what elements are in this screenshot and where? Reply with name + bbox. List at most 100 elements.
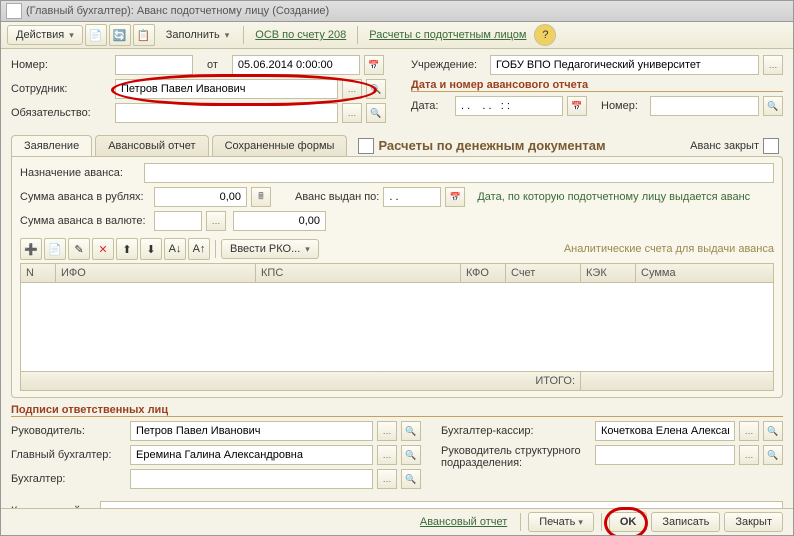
accountant-select-btn[interactable]: … — [377, 469, 397, 489]
calendar2-icon[interactable]: 📅 — [567, 96, 587, 116]
closed-checkbox[interactable] — [763, 138, 779, 154]
tab-content: Назначение аванса: Сумма аванса в рублях… — [11, 156, 783, 398]
toolbar-icon-1[interactable]: 📄 — [85, 24, 107, 46]
employee-input[interactable] — [115, 79, 338, 99]
col-sum[interactable]: Сумма — [636, 264, 773, 282]
osv-link[interactable]: ОСВ по счету 208 — [249, 29, 352, 41]
tab-saved-forms[interactable]: Сохраненные формы — [212, 135, 348, 156]
toolbar-icon-3[interactable]: 📋 — [133, 24, 155, 46]
col-acct[interactable]: Счет — [506, 264, 581, 282]
date2-label: Дата: — [411, 100, 451, 112]
number2-search-icon[interactable]: 🔍 — [763, 96, 783, 116]
leader-search-icon[interactable]: 🔍 — [401, 421, 421, 441]
obligation-input[interactable] — [115, 103, 338, 123]
accountant-label: Бухгалтер: — [11, 473, 126, 485]
struct-search-icon[interactable]: 🔍 — [763, 445, 783, 465]
save-button[interactable]: Записать — [651, 512, 720, 532]
toolbar-icon-2[interactable]: 🔄 — [109, 24, 131, 46]
currency-input[interactable] — [154, 211, 202, 231]
analytics-header: Аналитические счета для выдачи аванса — [321, 243, 774, 255]
form-body: Номер: от 📅 Сотрудник: … 🔍 Обязательство… — [1, 49, 793, 508]
leader-label: Руководитель: — [11, 425, 126, 437]
tab-advance-report[interactable]: Авансовый отчет — [95, 135, 208, 156]
calc-link[interactable]: Расчеты с подотчетным лицом — [363, 29, 532, 41]
issued-hint: Дата, по которую подотчетному лицу выдае… — [477, 191, 750, 203]
print-button[interactable]: Печать — [528, 512, 594, 532]
obligation-select-btn[interactable]: … — [342, 103, 362, 123]
org-input[interactable] — [490, 55, 759, 75]
number-input[interactable] — [115, 55, 193, 75]
sum-rub-calc-icon[interactable]: 🖩 — [251, 187, 271, 207]
calc-docs-label: Расчеты по денежным документам — [378, 138, 605, 153]
col-ifo[interactable]: ИФО — [56, 264, 256, 282]
comment-input[interactable] — [100, 501, 783, 508]
move-down-icon[interactable]: ⬇ — [140, 238, 162, 260]
sort-desc-icon[interactable]: A↑ — [188, 238, 210, 260]
fill-dropdown[interactable]: Заполнить — [157, 25, 239, 45]
sum-rub-label: Сумма аванса в рублях: — [20, 191, 150, 203]
accountant-search-icon[interactable]: 🔍 — [401, 469, 421, 489]
window-icon — [6, 3, 22, 19]
chief-select-btn[interactable]: … — [377, 445, 397, 465]
calc-docs-checkbox[interactable] — [358, 138, 374, 154]
window-title: (Главный бухгалтер): Аванс подотчетному … — [26, 5, 329, 17]
org-label: Учреждение: — [411, 59, 486, 71]
currency-select-btn[interactable]: … — [206, 211, 226, 231]
sort-asc-icon[interactable]: A↓ — [164, 238, 186, 260]
employee-label: Сотрудник: — [11, 83, 111, 95]
struct-select-btn[interactable]: … — [739, 445, 759, 465]
rko-button[interactable]: Ввести РКО... — [221, 239, 319, 259]
grid-toolbar: ➕ 📄 ✎ ✕ ⬆ ⬇ A↓ A↑ Ввести РКО... Аналитич… — [20, 235, 774, 263]
report-section-header: Дата и номер авансового отчета — [411, 79, 783, 92]
struct-label: Руководитель структурного подразделения: — [441, 445, 591, 469]
cashier-input[interactable] — [595, 421, 735, 441]
purpose-label: Назначение аванса: — [20, 167, 140, 179]
close-button[interactable]: Закрыт — [724, 512, 783, 532]
org-select-btn[interactable]: … — [763, 55, 783, 75]
col-kek[interactable]: КЭК — [581, 264, 636, 282]
cashier-select-btn[interactable]: … — [739, 421, 759, 441]
col-kps[interactable]: КПС — [256, 264, 461, 282]
issued-calendar-icon[interactable]: 📅 — [445, 187, 465, 207]
chief-label: Главный бухгалтер: — [11, 449, 126, 461]
issued-label: Аванс выдан по: — [295, 191, 379, 203]
accountant-input[interactable] — [130, 469, 373, 489]
from-label: от — [207, 59, 218, 71]
cashier-search-icon[interactable]: 🔍 — [763, 421, 783, 441]
calendar-icon[interactable]: 📅 — [364, 55, 384, 75]
chief-search-icon[interactable]: 🔍 — [401, 445, 421, 465]
purpose-input[interactable] — [144, 163, 774, 183]
footer-report-link[interactable]: Авансовый отчет — [414, 516, 513, 528]
col-n[interactable]: N — [21, 264, 56, 282]
leader-input[interactable] — [130, 421, 373, 441]
footer: Авансовый отчет Печать OK Записать Закры… — [1, 508, 793, 535]
obligation-search-icon[interactable]: 🔍 — [366, 103, 386, 123]
issued-input[interactable] — [383, 187, 441, 207]
number2-input[interactable] — [650, 96, 759, 116]
sum-cur-input[interactable] — [233, 211, 326, 231]
ok-button[interactable]: OK — [609, 512, 648, 532]
total-value — [581, 372, 773, 390]
number2-label: Номер: — [601, 100, 646, 112]
employee-select-btn[interactable]: … — [342, 79, 362, 99]
tab-statement[interactable]: Заявление — [11, 135, 92, 156]
edit-row-icon[interactable]: ✎ — [68, 238, 90, 260]
chief-input[interactable] — [130, 445, 373, 465]
copy-row-icon[interactable]: 📄 — [44, 238, 66, 260]
col-kfo[interactable]: КФО — [461, 264, 506, 282]
actions-dropdown[interactable]: Действия — [7, 25, 83, 45]
struct-input[interactable] — [595, 445, 735, 465]
help-icon[interactable]: ? — [534, 24, 556, 46]
sum-rub-input[interactable] — [154, 187, 247, 207]
delete-row-icon[interactable]: ✕ — [92, 238, 114, 260]
employee-search-icon[interactable]: 🔍 — [366, 79, 386, 99]
move-up-icon[interactable]: ⬆ — [116, 238, 138, 260]
date2-input[interactable] — [455, 96, 563, 116]
grid-body[interactable] — [21, 283, 773, 371]
number-label: Номер: — [11, 59, 111, 71]
add-row-icon[interactable]: ➕ — [20, 238, 42, 260]
leader-select-btn[interactable]: … — [377, 421, 397, 441]
date-input[interactable] — [232, 55, 360, 75]
main-toolbar: Действия 📄 🔄 📋 Заполнить ОСВ по счету 20… — [1, 22, 793, 49]
closed-label: Аванс закрыт — [690, 140, 759, 152]
